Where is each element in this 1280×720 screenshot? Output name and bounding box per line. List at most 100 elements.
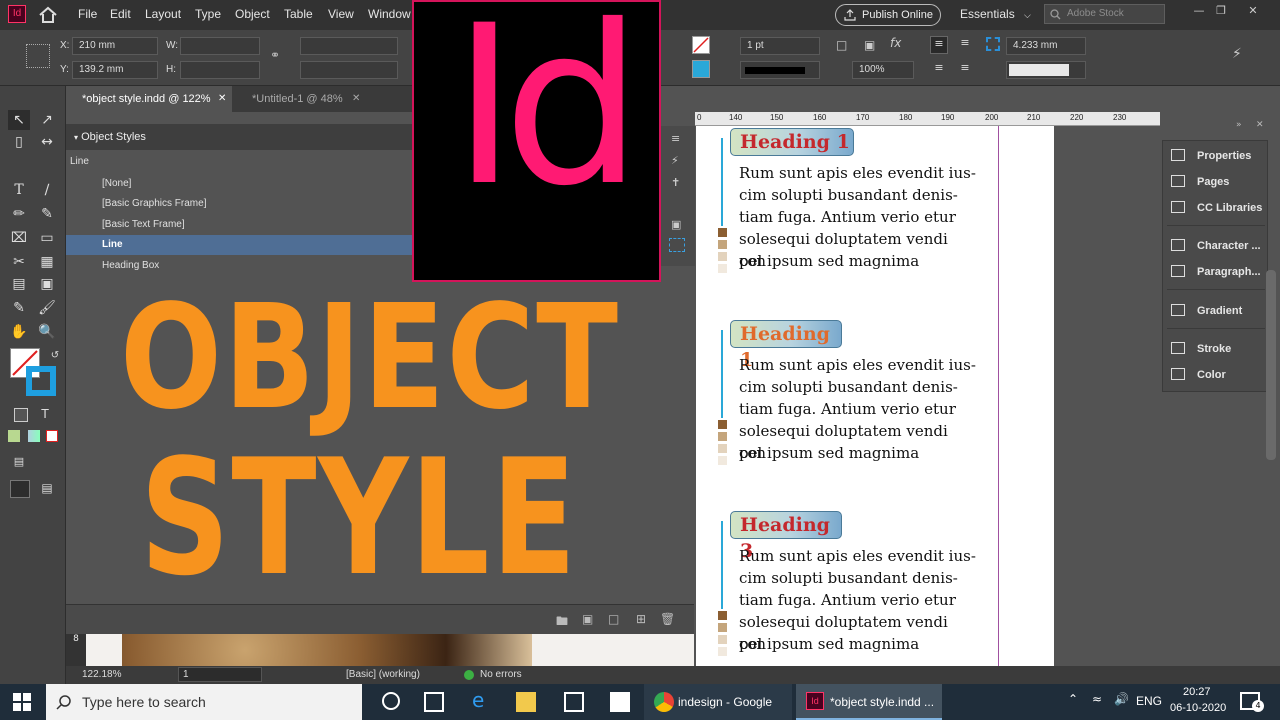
body-text-line[interactable]: cim solupti busandant denis- [739, 376, 979, 398]
quick-apply-icon[interactable]: ⚡ [1232, 46, 1242, 62]
menu-file[interactable]: File [78, 7, 97, 21]
collapse-panels-icon[interactable]: » [1236, 120, 1242, 130]
heading-box[interactable]: Heading 1 [730, 128, 854, 156]
panel-tab-pages[interactable]: Pages [1163, 169, 1269, 195]
body-text-line[interactable]: pel ipsum sed magnima [739, 633, 979, 655]
menu-type[interactable]: Type [195, 7, 221, 21]
clock-date[interactable]: 06-10-2020 [1170, 702, 1226, 714]
body-text-line[interactable]: tiam fuga. Antium verio etur [739, 589, 979, 611]
eyedropper-tool-icon[interactable]: 🖌 [36, 298, 58, 318]
close-icon[interactable]: ✕ [1256, 120, 1264, 130]
volume-icon[interactable]: 🔊 [1114, 692, 1129, 706]
drop-shadow-icon[interactable]: ▣ [864, 38, 875, 52]
taskbar-indesign[interactable]: Id *object style.indd ... [796, 684, 942, 720]
menu-object[interactable]: Object [235, 7, 270, 21]
folder-icon[interactable]: 🖿 [556, 612, 568, 633]
page-number-field[interactable]: 1 [178, 667, 262, 682]
restore-icon[interactable]: ❐ [1212, 4, 1230, 18]
taskbar-search-box[interactable]: Type here to search [46, 684, 362, 720]
panel-tab-stroke[interactable]: Stroke [1163, 336, 1269, 362]
body-text-line[interactable]: Rum sunt apis eles evendit ius- [739, 545, 979, 567]
clear-overrides-icon[interactable]: □ [608, 612, 619, 626]
vertical-scrollbar[interactable] [1266, 270, 1276, 460]
scale-y-field[interactable] [300, 61, 398, 79]
tab-untitled[interactable]: *Untitled-1 @ 48% ✕ [236, 86, 366, 112]
body-text-line[interactable]: pel ipsum sed magnima [739, 442, 979, 464]
close-icon[interactable]: ✕ [352, 86, 360, 112]
apply-gradient-icon[interactable] [28, 430, 40, 442]
menu-window[interactable]: Window [368, 7, 411, 21]
panel-tab-paragraph[interactable]: Paragraph... [1163, 259, 1269, 285]
zoom-tool-icon[interactable]: 🔍 [36, 322, 58, 342]
clock-time[interactable]: 20:27 [1183, 686, 1211, 698]
indesign-app-icon[interactable]: Id [8, 5, 26, 23]
preview-mode-icon[interactable]: ▤ [36, 478, 58, 498]
distribute-icon[interactable]: ≡ [930, 61, 948, 79]
publish-online-button[interactable]: Publish Online [835, 4, 941, 26]
type-tool-icon[interactable]: T [8, 180, 30, 200]
line-tool-icon[interactable]: ∕ [36, 180, 58, 200]
free-transform-tool-icon[interactable]: ▦ [36, 252, 58, 272]
style-row-basic-graphics-frame[interactable]: [Basic Graphics Frame] [66, 194, 412, 214]
scissors-tool-icon[interactable]: ✂ [8, 252, 30, 272]
distribute-center-icon[interactable]: ≡ [956, 61, 974, 79]
quick-apply-icon[interactable]: ⚡ [671, 154, 679, 167]
stroke-weight-field[interactable]: 1 pt [740, 37, 820, 55]
cortana-icon[interactable] [382, 692, 400, 710]
panel-tab-color[interactable]: Color [1163, 362, 1269, 388]
task-view-icon[interactable] [424, 692, 444, 712]
width-field[interactable] [180, 37, 260, 55]
windows-start-icon[interactable] [12, 692, 32, 712]
screen-mode-icon[interactable]: ▤ [8, 452, 30, 472]
gradient-feather-tool-icon[interactable]: ▣ [36, 274, 58, 294]
body-text-line[interactable]: tiam fuga. Antium verio etur [739, 206, 979, 228]
align-icon[interactable]: ≡ [930, 36, 948, 54]
style-row-heading-box[interactable]: Heading Box [66, 256, 412, 276]
formatting-container-icon[interactable] [14, 408, 28, 422]
apply-none-icon[interactable] [46, 430, 58, 442]
body-text-line[interactable]: Rum sunt apis eles evendit ius- [739, 354, 979, 376]
heading-box[interactable]: Heading 3 [730, 511, 842, 562]
style-row-line[interactable]: Line [66, 235, 412, 255]
clear-attributes-icon[interactable]: ▣ [582, 612, 593, 626]
stroke-type-select[interactable] [740, 61, 820, 79]
clear-overrides-icon[interactable]: ✝ [671, 176, 680, 189]
direct-selection-tool-icon[interactable]: ↗ [36, 110, 58, 130]
panel-tab-gradient[interactable]: Gradient [1163, 298, 1269, 324]
wifi-icon[interactable]: ≈ [1092, 692, 1102, 706]
constrain-proportions-icon[interactable]: ⚭ [270, 48, 284, 62]
panel-tab-properties[interactable]: Properties [1163, 143, 1269, 169]
menu-layout[interactable]: Layout [145, 7, 181, 21]
rectangle-frame-tool-icon[interactable]: ⌧ [8, 228, 30, 248]
zoom-level[interactable]: 122.18% [82, 669, 121, 680]
notifications-icon[interactable]: 4 [1240, 692, 1264, 712]
heading-box[interactable]: Heading 1 [730, 320, 842, 371]
selection-tool-icon[interactable]: ↖ [8, 110, 30, 130]
close-icon[interactable]: ✕ [1244, 4, 1262, 18]
preflight-profile[interactable]: [Basic] (working) [346, 669, 420, 680]
workspace-switcher[interactable]: Essentials ⌵ [960, 7, 1031, 21]
apply-color-icon[interactable] [8, 430, 20, 442]
file-explorer-icon[interactable] [516, 692, 536, 712]
note-tool-icon[interactable]: ✎ [8, 298, 30, 318]
minimize-icon[interactable]: — [1190, 4, 1208, 18]
body-text-line[interactable]: cim solupti busandant denis- [739, 567, 979, 589]
y-position-field[interactable]: 139.2 mm [72, 61, 158, 79]
gap-tool-icon[interactable]: ↔ [36, 132, 58, 152]
align-center-icon[interactable]: ≡ [956, 36, 974, 54]
dimension-field[interactable]: 4.233 mm [1006, 37, 1086, 55]
menu-view[interactable]: View [328, 7, 354, 21]
pencil-tool-icon[interactable]: ✎ [36, 204, 58, 224]
style-row-basic-text-frame[interactable]: [Basic Text Frame] [66, 215, 412, 235]
edge-icon[interactable]: e [472, 690, 492, 710]
fill-swatch[interactable] [692, 36, 710, 54]
text-wrap-icon[interactable] [986, 37, 1000, 51]
object-style-select[interactable] [1006, 61, 1086, 79]
frame-fitting-icon[interactable]: □ [836, 38, 847, 52]
effects-icon[interactable]: fx [890, 36, 901, 50]
menu-edit[interactable]: Edit [110, 7, 131, 21]
show-hidden-icons[interactable]: ⌃ [1068, 692, 1078, 706]
tab-object-style[interactable]: *object style.indd @ 122% ✕ [66, 86, 232, 112]
panel-tab-character[interactable]: Character ... [1163, 233, 1269, 259]
home-icon[interactable] [38, 6, 58, 24]
